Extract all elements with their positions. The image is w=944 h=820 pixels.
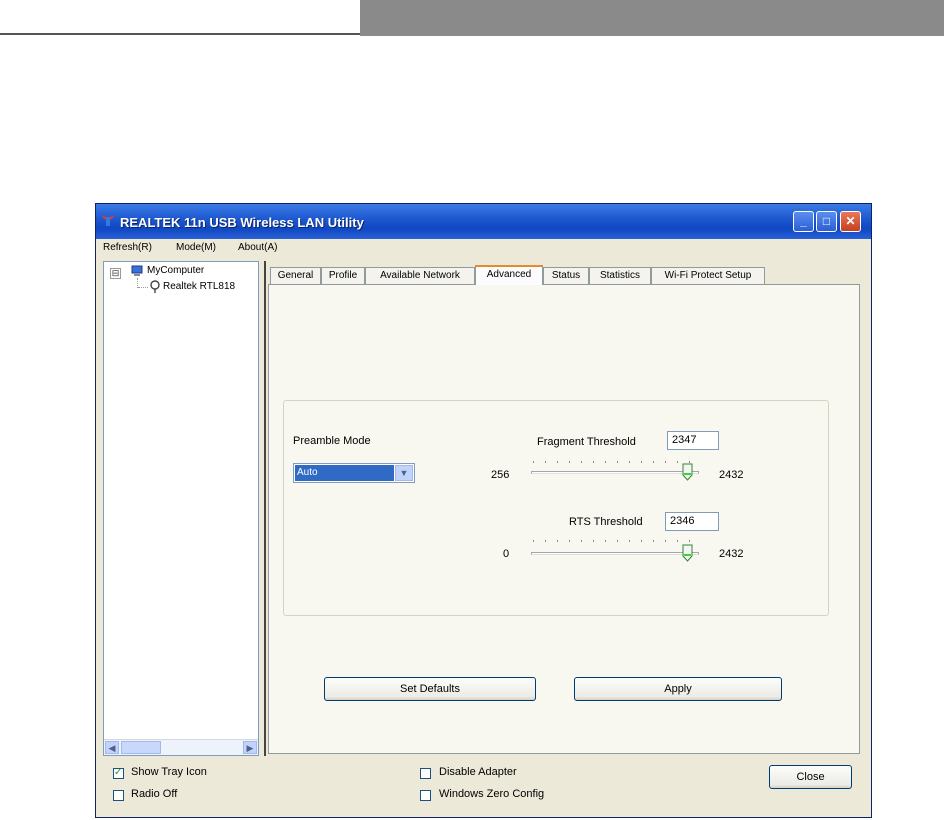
app-window: REALTEK 11n USB Wireless LAN Utility _ □…: [95, 203, 872, 818]
scroll-right-icon[interactable]: ▶: [243, 741, 257, 754]
preamble-mode-label: Preamble Mode: [293, 435, 371, 447]
fragment-slider-track[interactable]: [531, 471, 699, 474]
device-tree[interactable]: ⊟ MyComputer Realtek RTL818 ◀ ▶: [103, 261, 259, 756]
tab-profile[interactable]: Profile: [321, 267, 365, 284]
tab-wifi-protect-setup[interactable]: Wi-Fi Protect Setup: [651, 267, 765, 284]
window-title: REALTEK 11n USB Wireless LAN Utility: [120, 215, 364, 230]
fragment-slider-max: 2432: [719, 469, 744, 481]
advanced-settings-group: [283, 400, 829, 616]
radio-off-label[interactable]: Radio Off: [131, 788, 177, 800]
computer-icon: [131, 265, 143, 276]
windows-zero-config-checkbox[interactable]: [420, 790, 431, 801]
set-defaults-button[interactable]: Set Defaults: [324, 677, 536, 701]
windows-zero-config-label[interactable]: Windows Zero Config: [439, 788, 544, 800]
tree-horizontal-scrollbar[interactable]: ◀ ▶: [104, 739, 258, 755]
show-tray-icon-label[interactable]: Show Tray Icon: [131, 766, 207, 778]
rts-slider-ticks: [533, 540, 697, 542]
tab-advanced[interactable]: Advanced: [475, 265, 543, 285]
maximize-button[interactable]: □: [816, 211, 837, 232]
apply-button[interactable]: Apply: [574, 677, 782, 701]
menu-refresh[interactable]: Refresh(R): [103, 242, 152, 253]
close-window-button[interactable]: ✕: [840, 211, 861, 232]
minimize-button[interactable]: _: [793, 211, 814, 232]
wireless-adapter-icon: [150, 280, 160, 293]
fragment-slider-ticks: [533, 461, 697, 463]
rts-slider-thumb[interactable]: [682, 544, 693, 562]
scroll-thumb[interactable]: [121, 741, 161, 754]
preamble-mode-select[interactable]: Auto ▼: [293, 463, 415, 483]
fragment-slider-min: 256: [491, 469, 510, 481]
rts-slider-max: 2432: [719, 548, 744, 560]
tab-available-network[interactable]: Available Network: [365, 267, 475, 284]
radio-off-checkbox[interactable]: [113, 790, 124, 801]
tree-collapse-icon[interactable]: ⊟: [110, 268, 121, 279]
preamble-mode-value: Auto: [295, 465, 394, 481]
menu-mode[interactable]: Mode(M): [176, 242, 216, 253]
fragment-slider-thumb[interactable]: [682, 463, 693, 481]
disable-adapter-checkbox[interactable]: [420, 768, 431, 779]
menu-about[interactable]: About(A): [238, 242, 277, 253]
fragment-threshold-label: Fragment Threshold: [537, 436, 636, 448]
page-header-rule: [0, 33, 360, 35]
app-wireless-icon: [102, 215, 114, 226]
scroll-left-icon[interactable]: ◀: [105, 741, 119, 754]
tab-general[interactable]: General: [270, 267, 321, 284]
chevron-down-icon[interactable]: ▼: [395, 465, 413, 481]
tree-item-realtek-adapter[interactable]: Realtek RTL818: [163, 281, 235, 292]
advanced-panel: Preamble Mode Auto ▼ Fragment Threshold …: [268, 284, 860, 754]
menu-bar: Refresh(R) Mode(M) About(A): [96, 239, 871, 257]
title-bar[interactable]: REALTEK 11n USB Wireless LAN Utility _ □…: [96, 204, 871, 239]
tabs-area: General Profile Available Network Advanc…: [264, 261, 865, 756]
page-header-bar: [360, 0, 944, 36]
rts-slider-min: 0: [503, 548, 510, 560]
rts-threshold-label: RTS Threshold: [569, 516, 643, 528]
checkmark-icon: ✓: [114, 767, 123, 778]
close-button[interactable]: Close: [769, 765, 852, 789]
disable-adapter-label[interactable]: Disable Adapter: [439, 766, 517, 778]
tab-statistics[interactable]: Statistics: [589, 267, 651, 284]
rts-slider-track[interactable]: [531, 552, 699, 555]
show-tray-icon-checkbox[interactable]: ✓: [113, 767, 124, 779]
fragment-threshold-input[interactable]: 2347: [667, 431, 719, 450]
tree-connector: [138, 287, 148, 289]
rts-threshold-input[interactable]: 2346: [665, 512, 719, 531]
tree-root-mycomputer[interactable]: MyComputer: [147, 265, 204, 276]
tab-status[interactable]: Status: [543, 267, 589, 284]
